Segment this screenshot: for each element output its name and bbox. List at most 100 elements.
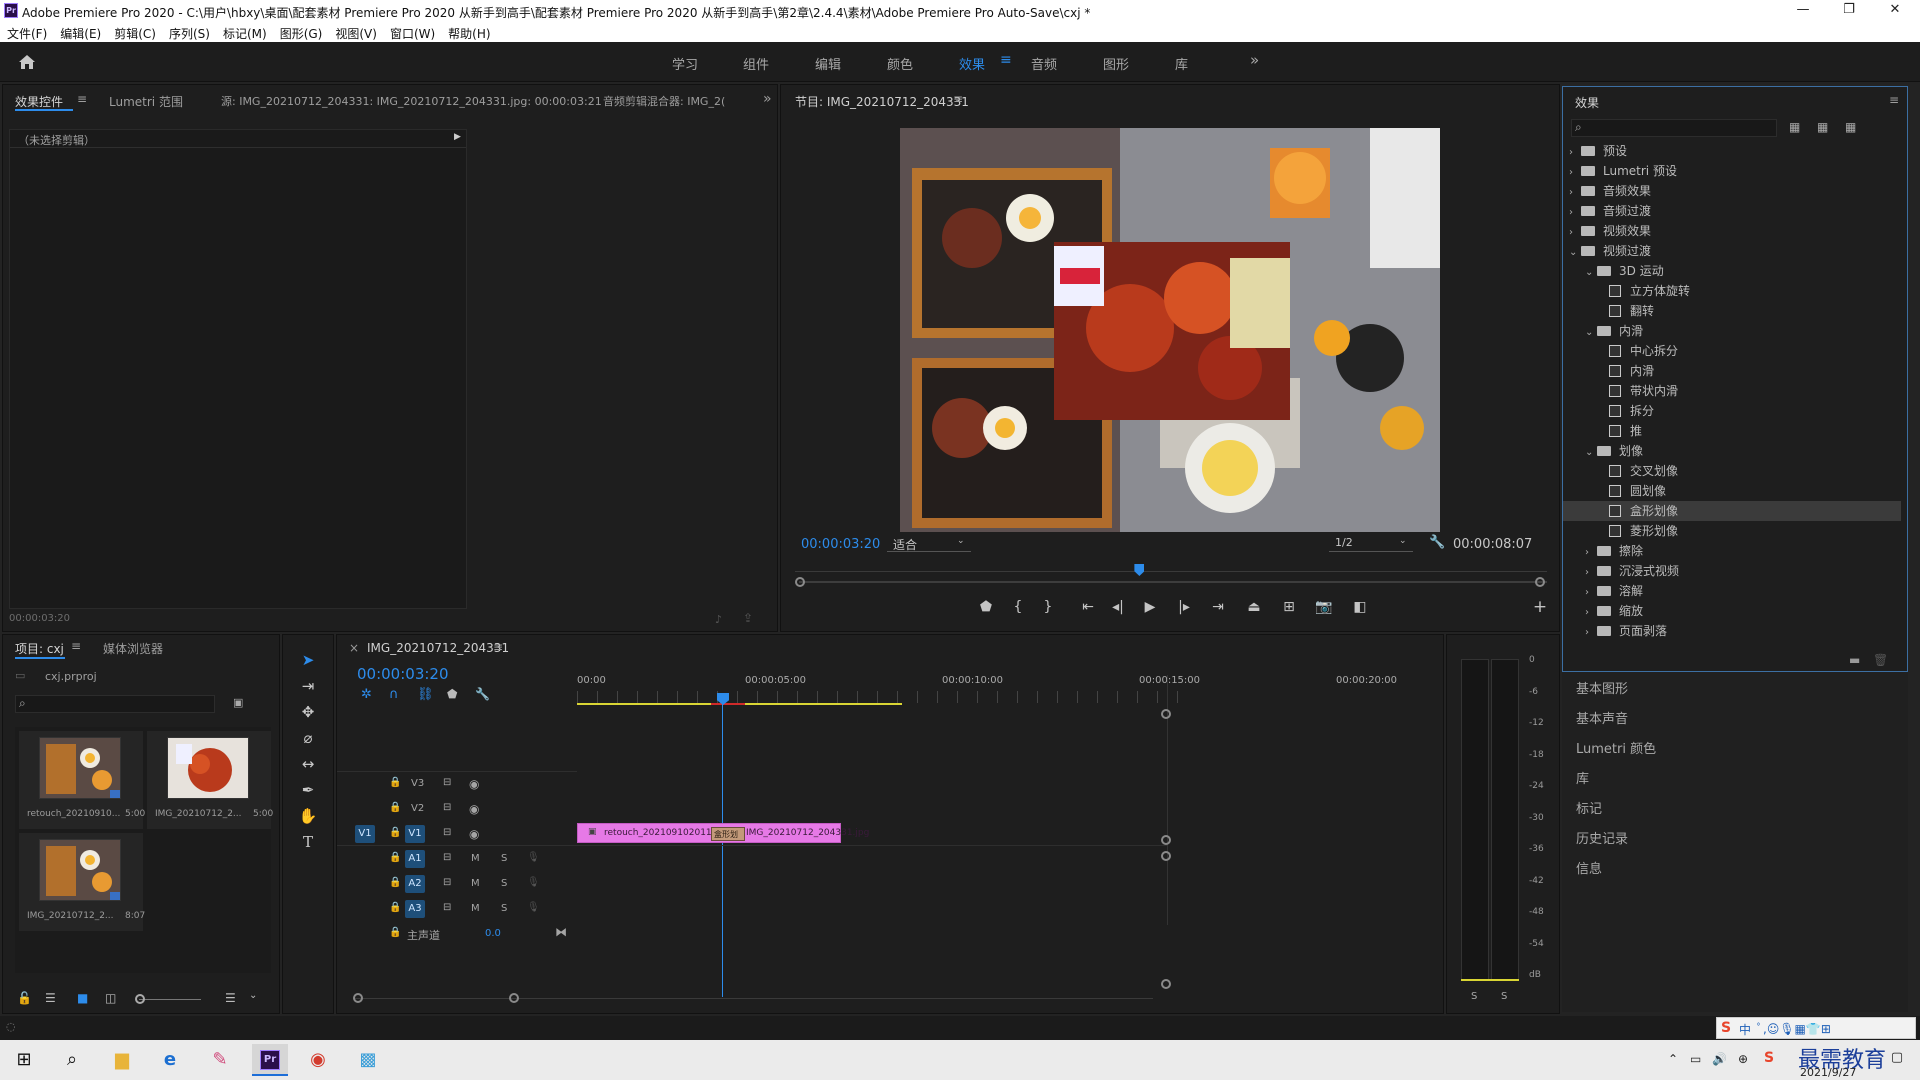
workspace-learn[interactable]: 学习 [672,54,698,73]
button-editor-icon[interactable]: + [1527,597,1553,617]
add-marker-icon[interactable]: ⬟ [447,687,457,701]
slip-tool-icon[interactable]: ↔ [295,755,321,779]
menu-edit[interactable]: 编辑(E) [53,22,107,42]
track-label-v1[interactable]: V1 [405,825,425,843]
32bit-effects-icon[interactable]: ▦ [1817,120,1828,134]
type-tool-icon[interactable]: T [295,833,321,857]
panel-essential-sound[interactable]: 基本声音 [1576,708,1628,727]
effects-tree-item[interactable]: 盒形划像 [1563,501,1901,521]
tab-source-monitor[interactable]: 源: IMG_20210712_204331: IMG_20210712_204… [221,93,602,109]
sogou-tray-icon[interactable]: S [1764,1050,1774,1066]
effects-tree-item[interactable]: 推 [1563,421,1901,441]
tab-effect-controls[interactable]: 效果控件 [15,93,63,110]
chevron-right-icon[interactable]: › [1569,203,1581,223]
master-link-icon[interactable]: ⧓ [555,925,567,939]
chevron-right-icon[interactable]: › [1585,623,1597,643]
sync-lock-icon[interactable]: ⊟ [443,877,451,888]
lock-icon[interactable]: 🔒 [389,777,401,788]
lock-icon[interactable]: 🔓 [17,991,32,1005]
workspace-color[interactable]: 颜色 [887,54,913,73]
eye-icon[interactable]: ◉ [469,777,479,791]
effects-tree-item[interactable]: › 擦除 [1563,541,1901,561]
tab-audio-clip-mixer[interactable]: 音频剪辑混合器: IMG_2( [603,93,725,109]
solo-button[interactable]: S [501,878,507,889]
effects-tree-item[interactable]: 立方体旋转 [1563,281,1901,301]
sync-lock-icon[interactable]: ⊟ [443,777,451,788]
minimize-button[interactable]: — [1780,0,1826,22]
lock-icon[interactable]: 🔒 [389,877,401,888]
export-frame-icon[interactable]: 📷 [1311,599,1337,615]
panel-info[interactable]: 信息 [1576,858,1602,877]
effects-search-input[interactable]: ⌕ [1571,119,1777,137]
sequence-tab[interactable]: IMG_20210712_204331 [367,641,509,655]
list-view-icon[interactable]: ☰ [45,991,56,1005]
program-menu-icon[interactable]: ≡ [953,92,963,106]
track-label-a2[interactable]: A2 [405,875,425,893]
menu-sequence[interactable]: 序列(S) [162,22,216,42]
menu-help[interactable]: 帮助(H) [441,22,496,42]
sync-lock-icon[interactable]: ⊟ [443,852,451,863]
panel-essential-graphics[interactable]: 基本图形 [1576,678,1628,697]
tab-lumetri-scopes[interactable]: Lumetri 范围 [109,93,183,110]
zoom-handle-right[interactable] [1535,577,1545,587]
snap-icon[interactable]: ∩ [389,687,399,702]
freeform-view-icon[interactable]: ◫ [105,991,116,1005]
panel-history[interactable]: 历史记录 [1576,828,1628,847]
pen-tool-icon[interactable]: ✒ [295,781,321,805]
ime-mode[interactable]: 中 [1739,1021,1751,1038]
chevron-down-icon[interactable]: ⌄ [249,990,257,1001]
zoom-scroll-bar[interactable] [799,581,1547,583]
tab-project[interactable]: 项目: cxj [15,640,64,657]
effects-tree-item[interactable]: 内滑 [1563,361,1901,381]
add-marker-icon[interactable]: ⬟ [973,599,999,615]
mic-icon[interactable]: 🎙 [527,852,540,863]
chevron-right-icon[interactable]: › [1569,143,1581,163]
app-icon[interactable]: ▩ [350,1046,386,1074]
solo-left-button[interactable]: S [1471,991,1477,1002]
more-panels-icon[interactable]: » [763,91,772,107]
solo-button[interactable]: S [501,903,507,914]
transition-block[interactable]: 盒形划 [711,827,745,841]
lift-icon[interactable]: ⏏ [1241,599,1267,615]
sync-lock-icon[interactable]: ⊟ [443,802,451,813]
effects-tree-item[interactable]: 菱形划像 [1563,521,1901,541]
effects-tree-item[interactable]: 翻转 [1563,301,1901,321]
effects-tree-item[interactable]: › 预设 [1563,141,1901,161]
mark-out-icon[interactable]: } [1035,599,1061,615]
timeline-timecode[interactable]: 00:00:03:20 [357,665,449,683]
zoom-slider-handle[interactable] [135,994,145,1004]
program-timecode[interactable]: 00:00:03:20 [801,537,880,552]
mute-button[interactable]: M [471,903,480,914]
effects-tree-item[interactable]: › 音频效果 [1563,181,1901,201]
go-to-in-icon[interactable]: ⇤ [1075,599,1101,615]
effects-tree-item[interactable]: › 音频过渡 [1563,201,1901,221]
close-button[interactable]: ✕ [1872,0,1918,22]
selection-tool-icon[interactable]: ➤ [295,651,321,675]
program-mini-ruler[interactable] [795,560,1547,572]
delete-icon[interactable]: 🗑 [1873,653,1888,667]
chevron-right-icon[interactable]: › [1569,163,1581,183]
sequence-menu-icon[interactable]: ≡ [493,640,503,654]
timeline-settings-icon[interactable]: 🔧 [475,687,490,701]
chevron-right-icon[interactable]: › [1569,183,1581,203]
workspace-assembly[interactable]: 组件 [743,54,769,73]
lock-icon[interactable]: 🔒 [389,827,401,838]
horizontal-scroll-track[interactable] [353,998,1153,999]
more-workspaces-icon[interactable]: » [1250,51,1259,69]
play-icon[interactable]: ▶ [1137,599,1163,615]
video-clip[interactable]: ▣ retouch_2021091020110 ▣ IMG_20210712_2… [577,823,869,843]
project-menu-icon[interactable]: ≡ [71,639,81,653]
step-forward-icon[interactable]: |▸ [1171,599,1197,615]
chevron-right-icon[interactable]: › [1585,603,1597,623]
workspace-libraries[interactable]: 库 [1175,54,1188,73]
solo-button[interactable]: S [501,853,507,864]
ime-toolbar[interactable]: S 中 ﾟ,☺🎙▦👕⊞ [1716,1017,1916,1039]
effects-tree-item[interactable]: 带状内滑 [1563,381,1901,401]
chevron-right-icon[interactable]: › [1585,583,1597,603]
workspace-editing[interactable]: 编辑 [815,54,841,73]
master-volume[interactable]: 0.0 [485,928,501,939]
project-item[interactable]: retouch_20210910... 5:00 [19,731,145,829]
effects-tree-item[interactable]: 拆分 [1563,401,1901,421]
chevron-down-icon[interactable]: ⌄ [1585,263,1597,283]
effects-tree-item[interactable]: 中心拆分 [1563,341,1901,361]
